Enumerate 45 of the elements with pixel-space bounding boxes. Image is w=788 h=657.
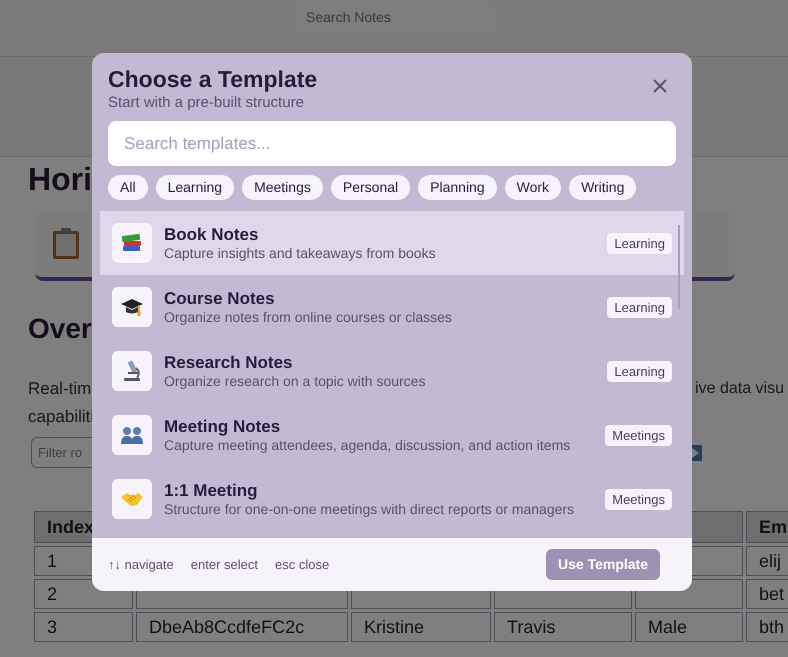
filter-chip[interactable]: All [108,175,148,200]
page-heading: Hori [28,160,92,199]
paragraph-text: ive data visu [695,379,784,399]
paragraph-text: capabiliti [28,406,94,428]
table-cell: bth [746,612,788,642]
column-header: Em [746,511,788,543]
template-description: Organize notes from online courses or classes [164,308,453,326]
filter-chip[interactable]: Meetings [242,175,323,200]
table-cell: elij [746,546,788,576]
category-tag: Learning [607,232,672,254]
keyboard-hint: esc close [275,556,330,574]
template-name: Course Notes [164,288,276,308]
table-cell: Kristine [351,612,491,642]
template-description: Capture insights and takeaways from books [164,244,437,262]
template-item[interactable]: Course Notes Organize notes from online courses or classes Learning [100,275,684,339]
dialog-title: Choose a Template [108,66,318,93]
table-cell: DbeAb8CcdfeFC2c [136,612,348,642]
table-cell: Male [635,612,743,642]
dialog-subtitle: Start with a pre-built structure [108,93,305,113]
filter-chip[interactable]: Work [504,175,562,200]
category-tag: Learning [607,296,672,318]
paragraph-text: Real-tim [28,378,92,400]
filter-chip[interactable]: Personal [330,175,410,200]
filter-chip[interactable]: Writing [569,175,636,200]
table-cell: 3 [34,612,133,642]
template-name: Book Notes [164,224,260,244]
template-description: Capture meeting attendees, agenda, discussion, and action items [164,436,572,454]
template-item[interactable]: Research Notes Organize research on a topic with sources Learning [100,339,684,403]
template-description: Structure for one-on-one meetings with direct reports or managers [164,500,576,518]
section-heading: Over [28,312,92,346]
keyboard-hint: enter select [190,556,258,574]
template-search-field[interactable]: Search templates... [108,121,676,166]
table-cell: Travis [494,612,632,642]
template-name: Meeting Notes [164,416,282,436]
table-cell: bet [746,579,788,609]
category-tag: Meetings [605,488,672,510]
category-tag: Learning [607,360,672,382]
template-name: 1:1 Meeting [164,480,259,500]
template-item[interactable]: Meeting Notes Capture meeting attendees, agenda, discussion, and action items Meetings [100,403,684,467]
template-description: Organize research on a topic with sources [164,372,426,390]
template-item[interactable]: Book Notes Capture insights and takeaways from books Learning [100,211,684,275]
filter-chip[interactable]: Learning [156,175,234,200]
category-tag: Meetings [605,424,672,446]
template-name: Research Notes [164,352,294,372]
filter-chip[interactable]: Planning [418,175,497,200]
